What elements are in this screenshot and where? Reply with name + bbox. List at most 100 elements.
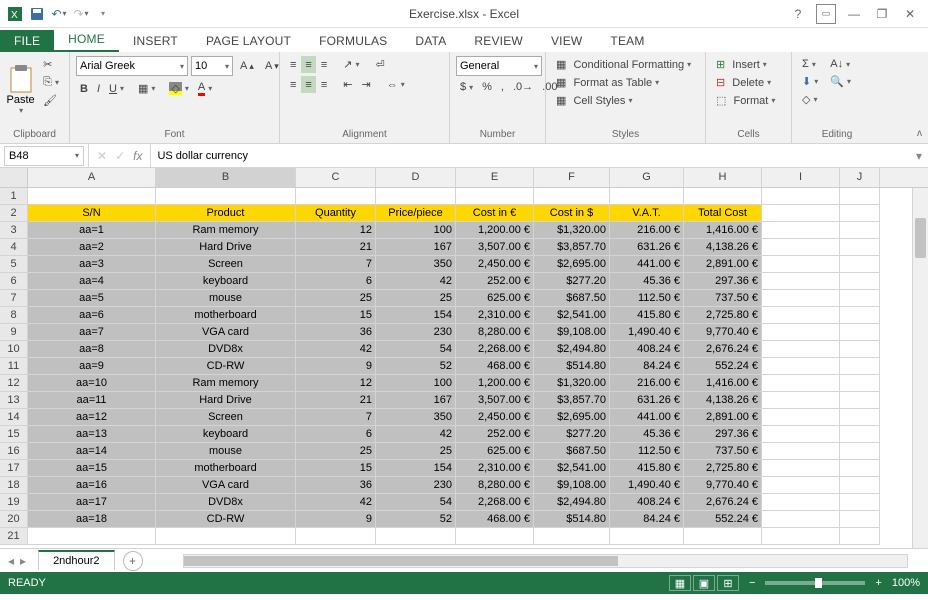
cell[interactable] (296, 188, 376, 205)
cell[interactable]: aa=15 (28, 460, 156, 477)
cell[interactable]: 297.36 € (684, 273, 762, 290)
cell[interactable]: 552.24 € (684, 358, 762, 375)
format-painter-button[interactable]: 🖌 (39, 92, 63, 109)
cell[interactable]: aa=17 (28, 494, 156, 511)
horizontal-scrollbar[interactable] (183, 554, 908, 568)
fx-icon[interactable]: fx (133, 149, 142, 163)
cell[interactable]: 25 (376, 290, 456, 307)
save-icon[interactable] (28, 5, 46, 23)
cell[interactable] (28, 528, 156, 545)
cell[interactable]: Quantity (296, 205, 376, 222)
cell[interactable]: 54 (376, 341, 456, 358)
cell[interactable]: $687.50 (534, 443, 610, 460)
cell[interactable]: 3,507.00 € (456, 392, 534, 409)
cell[interactable] (840, 375, 880, 392)
cell[interactable]: aa=14 (28, 443, 156, 460)
zoom-slider[interactable] (765, 581, 865, 585)
cell[interactable]: 350 (376, 256, 456, 273)
cell[interactable]: 42 (296, 341, 376, 358)
cell[interactable]: 6 (296, 426, 376, 443)
cell[interactable]: Hard Drive (156, 239, 296, 256)
column-header-D[interactable]: D (376, 168, 456, 187)
cell[interactable]: $277.20 (534, 273, 610, 290)
cell[interactable]: 625.00 € (456, 290, 534, 307)
cell[interactable]: aa=2 (28, 239, 156, 256)
cell[interactable]: 100 (376, 222, 456, 239)
cell[interactable]: V.A.T. (610, 205, 684, 222)
cell[interactable]: 2,450.00 € (456, 409, 534, 426)
cell[interactable]: 468.00 € (456, 511, 534, 528)
cell[interactable]: keyboard (156, 273, 296, 290)
spreadsheet-grid[interactable]: ABCDEFGHIJ 12S/NProductQuantityPrice/pie… (0, 168, 928, 548)
cell[interactable]: DVD8x (156, 341, 296, 358)
cell[interactable]: aa=7 (28, 324, 156, 341)
cell[interactable]: $514.80 (534, 511, 610, 528)
cell[interactable] (840, 511, 880, 528)
cell[interactable]: 8,280.00 € (456, 477, 534, 494)
column-header-B[interactable]: B (156, 168, 296, 187)
row-header[interactable]: 11 (0, 358, 28, 375)
column-header-I[interactable]: I (762, 168, 840, 187)
cell[interactable]: $2,494.80 (534, 341, 610, 358)
fill-button[interactable]: ⬇▾ (798, 73, 822, 90)
sort-filter-button[interactable]: A↓▾ (826, 56, 855, 72)
cell[interactable]: 7 (296, 256, 376, 273)
cell[interactable]: $1,320.00 (534, 375, 610, 392)
row-header[interactable]: 18 (0, 477, 28, 494)
insert-cells-button[interactable]: ⊞ Insert▾ (712, 56, 779, 73)
cell[interactable]: 2,310.00 € (456, 460, 534, 477)
cell[interactable] (762, 273, 840, 290)
cell[interactable] (762, 239, 840, 256)
cell[interactable]: $9,108.00 (534, 324, 610, 341)
cell[interactable]: Product (156, 205, 296, 222)
tab-team[interactable]: Team (596, 30, 658, 52)
cell[interactable]: 2,450.00 € (456, 256, 534, 273)
percent-button[interactable]: % (478, 79, 496, 95)
sheet-tab[interactable]: 2ndhour2 (38, 550, 115, 570)
row-header[interactable]: 15 (0, 426, 28, 443)
cell[interactable] (762, 307, 840, 324)
restore-icon[interactable]: ❐ (872, 4, 892, 24)
cell[interactable]: motherboard (156, 460, 296, 477)
cell[interactable] (840, 273, 880, 290)
align-right-button[interactable]: ≡ (317, 76, 331, 93)
cell[interactable]: 84.24 € (610, 358, 684, 375)
cell[interactable] (156, 188, 296, 205)
cell[interactable]: 25 (376, 443, 456, 460)
cell[interactable]: 100 (376, 375, 456, 392)
cell[interactable] (840, 188, 880, 205)
cell[interactable] (840, 426, 880, 443)
merge-center-button[interactable]: ⇔▾ (383, 76, 409, 93)
cell[interactable]: CD-RW (156, 511, 296, 528)
conditional-formatting-button[interactable]: ▦ Conditional Formatting▾ (552, 56, 695, 73)
row-header[interactable]: 16 (0, 443, 28, 460)
tab-insert[interactable]: INSERT (119, 30, 192, 52)
row-header[interactable]: 20 (0, 511, 28, 528)
cell[interactable]: aa=3 (28, 256, 156, 273)
cell[interactable]: aa=18 (28, 511, 156, 528)
name-box[interactable]: B48▾ (4, 146, 84, 166)
cell[interactable] (762, 341, 840, 358)
orientation-button[interactable]: ↗▾ (339, 56, 363, 73)
cell[interactable]: 112.50 € (610, 443, 684, 460)
cell[interactable]: Screen (156, 409, 296, 426)
page-layout-view-button[interactable]: ▣ (693, 575, 715, 591)
tab-review[interactable]: REVIEW (460, 30, 537, 52)
cell[interactable] (762, 477, 840, 494)
cell[interactable]: $277.20 (534, 426, 610, 443)
cell[interactable]: 230 (376, 477, 456, 494)
row-header[interactable]: 4 (0, 239, 28, 256)
decrease-indent-button[interactable]: ⇤ (339, 76, 356, 93)
cell[interactable] (840, 205, 880, 222)
copy-button[interactable]: ⎘▾ (39, 74, 63, 91)
cell[interactable] (840, 341, 880, 358)
font-name-combo[interactable]: Arial Greek▾ (76, 56, 188, 76)
cell[interactable]: 9 (296, 511, 376, 528)
column-header-G[interactable]: G (610, 168, 684, 187)
cell[interactable]: aa=1 (28, 222, 156, 239)
cell[interactable]: aa=11 (28, 392, 156, 409)
cell[interactable]: 15 (296, 460, 376, 477)
cell[interactable]: 154 (376, 460, 456, 477)
cell[interactable] (840, 324, 880, 341)
cell[interactable]: $2,541.00 (534, 307, 610, 324)
